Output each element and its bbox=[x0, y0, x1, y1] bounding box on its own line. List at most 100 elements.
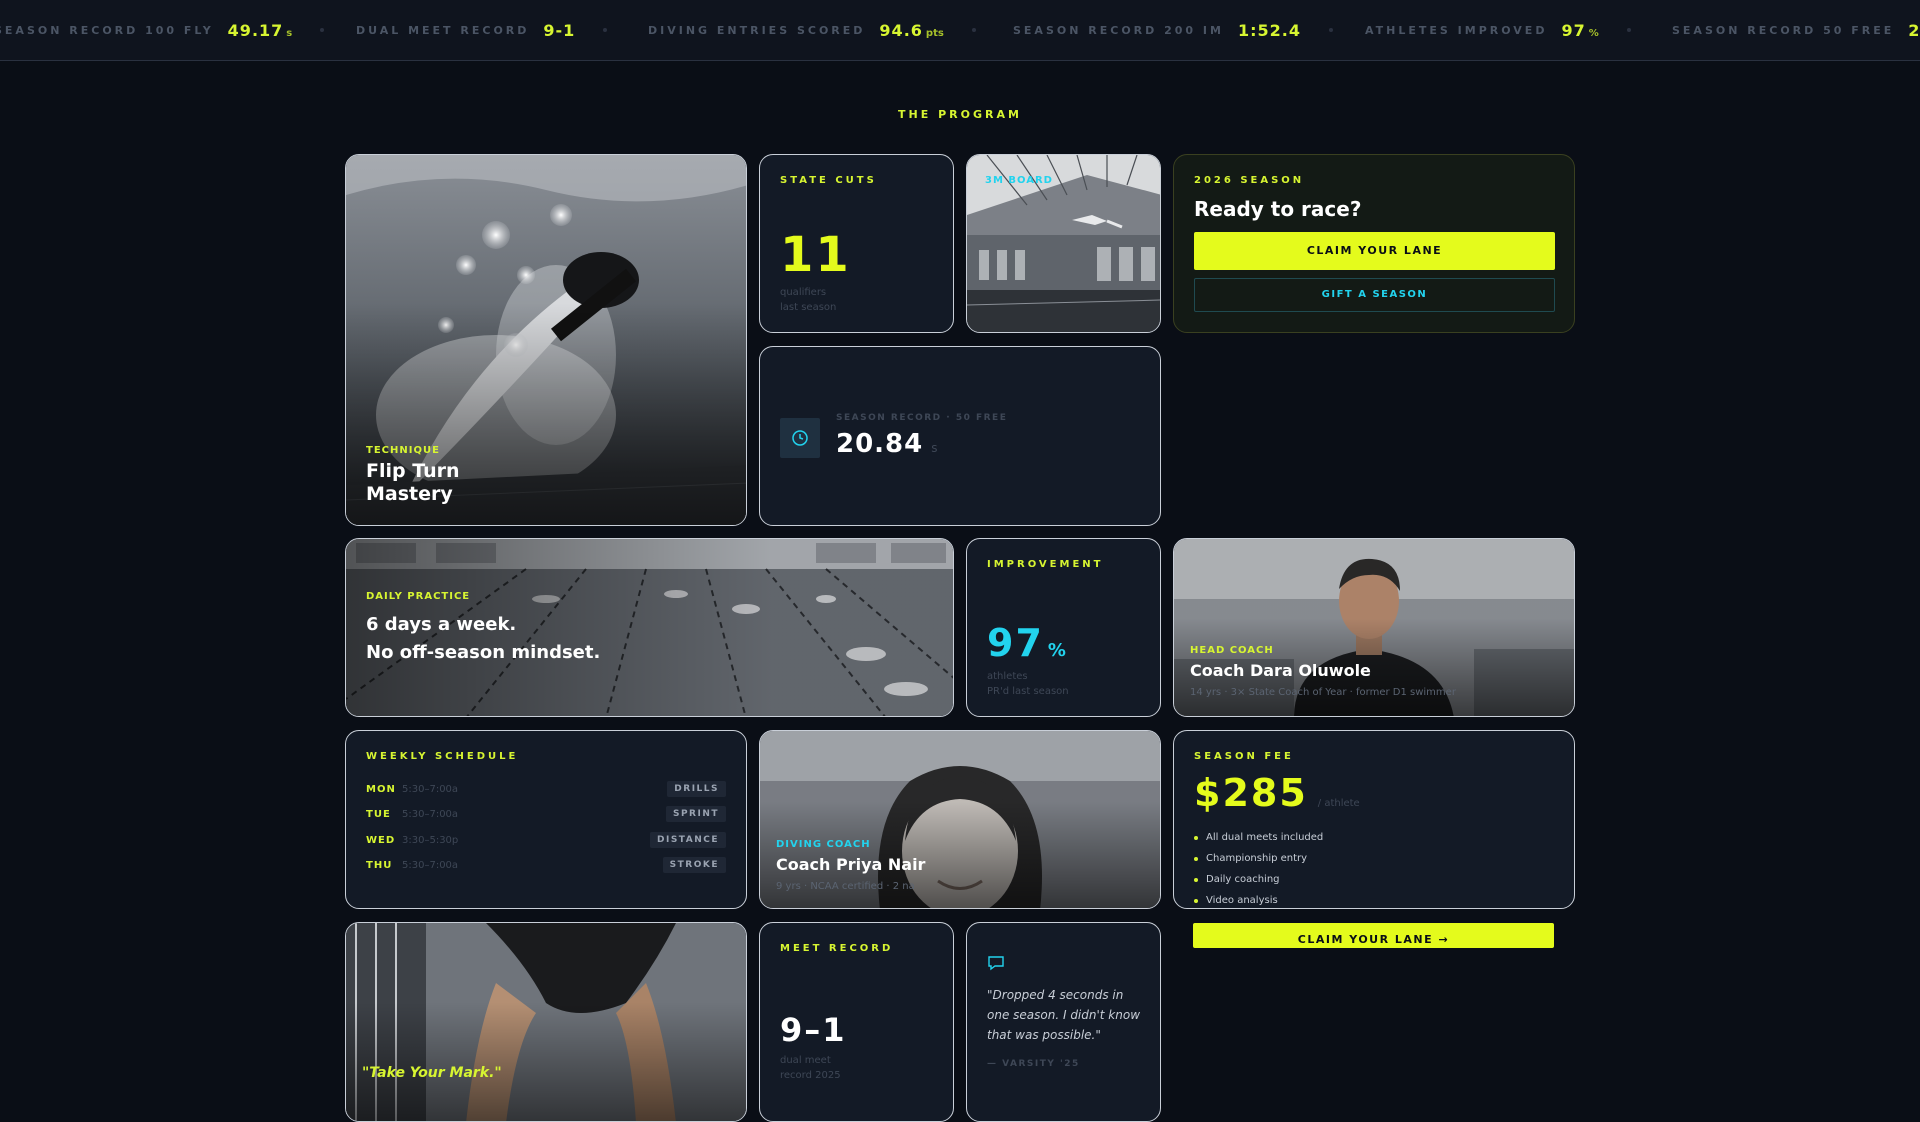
schedule-day: THU bbox=[366, 859, 393, 871]
improvement-sub2: PR'd last season bbox=[987, 686, 1069, 697]
practice-line2: No off-season mindset. bbox=[366, 642, 601, 663]
ticker-separator bbox=[603, 28, 608, 32]
improvement-card: IMPROVEMENT 97 % athletes PR'd last seas… bbox=[966, 538, 1161, 717]
bullet-icon bbox=[1194, 877, 1198, 882]
improvement-value-row: 97 % bbox=[987, 621, 1066, 665]
ticker-value-wrap: 97% bbox=[1561, 21, 1598, 40]
ticker-value-wrap: 94.6 pts bbox=[879, 21, 943, 40]
head-coach-name: Coach Dara Oluwole bbox=[1190, 661, 1371, 680]
cta-eyebrow: 2026 SEASON bbox=[1194, 175, 1305, 186]
meet-record-card: MEET RECORD 9–1 dual meet record 2025 bbox=[759, 922, 954, 1122]
technique-title-line2: Mastery bbox=[366, 483, 453, 505]
state-cuts-value: 11 bbox=[780, 227, 851, 283]
schedule-time: 3:30–5:30p bbox=[402, 834, 459, 846]
testimonial-card: "Dropped 4 seconds in one season. I didn… bbox=[966, 922, 1161, 1122]
schedule-time: 5:30–7:00a bbox=[402, 808, 459, 820]
schedule-row: MON 5:30–7:00a DRILLS bbox=[366, 780, 726, 798]
mark-quote: "Take Your Mark." bbox=[362, 1065, 502, 1081]
diving-coach-name: Coach Priya Nair bbox=[776, 855, 926, 874]
state-cuts-eyebrow: STATE CUTS bbox=[780, 175, 877, 186]
ticker-value: 97 bbox=[1561, 20, 1586, 40]
ticker-unit: s bbox=[286, 27, 293, 39]
fee-feature-text: All dual meets included bbox=[1206, 832, 1324, 843]
fee-feature-text: Video analysis bbox=[1206, 895, 1278, 906]
schedule-day: WED bbox=[366, 834, 396, 846]
ticker-item: ATHLETES IMPROVED 97% bbox=[1365, 0, 1631, 60]
schedule-time: 5:30–7:00a bbox=[402, 859, 459, 871]
state-cuts-sub2: last season bbox=[780, 302, 837, 313]
bullet-icon bbox=[1194, 856, 1198, 861]
ticker-label: SEASON RECORD 50 FREE bbox=[1672, 23, 1895, 37]
fee-claim-lane-button[interactable]: CLAIM YOUR LANE → bbox=[1193, 923, 1554, 948]
claim-lane-button[interactable]: CLAIM YOUR LANE bbox=[1194, 232, 1555, 270]
fee-feature: Championship entry bbox=[1194, 848, 1323, 869]
ticker-value: 1:52.4 bbox=[1237, 20, 1301, 40]
season-fee-card: SEASON FEE $285 / athlete All dual meets… bbox=[1173, 730, 1575, 909]
record-50-value-row: 20.84 s bbox=[836, 429, 938, 459]
head-coach-tag: HEAD COACH bbox=[1190, 645, 1274, 656]
ticker-label: DUAL MEET RECORD bbox=[356, 23, 530, 37]
daily-practice-card[interactable]: DAILY PRACTICE 6 days a week. No off-sea… bbox=[345, 538, 954, 717]
schedule-eyebrow: WEEKLY SCHEDULE bbox=[366, 751, 519, 762]
ticker-item: DIVING ENTRIES SCORED 94.6 pts bbox=[648, 0, 976, 60]
section-title: THE PROGRAM bbox=[898, 108, 1022, 121]
schedule-row: TUE 5:30–7:00a SPRINT bbox=[366, 805, 726, 823]
improvement-eyebrow: IMPROVEMENT bbox=[987, 559, 1104, 570]
fee-per: / athlete bbox=[1317, 798, 1360, 809]
testimonial-quote: "Dropped 4 seconds in one season. I didn… bbox=[987, 985, 1140, 1045]
improvement-sub1: athletes bbox=[987, 671, 1028, 682]
ticker-separator bbox=[971, 28, 976, 32]
fee-feature-text: Championship entry bbox=[1206, 853, 1308, 864]
ticker-item: SEASON RECORD 200 IM 1:52.4 bbox=[1013, 0, 1333, 60]
meet-record-eyebrow: MEET RECORD bbox=[780, 943, 894, 954]
ticker-label: DIVING ENTRIES SCORED bbox=[648, 23, 866, 37]
schedule-day: MON bbox=[366, 783, 396, 795]
ticker-value-wrap: 49.17 s bbox=[228, 21, 293, 40]
bullet-icon bbox=[1194, 835, 1198, 840]
gift-season-button[interactable]: GIFT A SEASON bbox=[1194, 278, 1555, 312]
record-50-unit: s bbox=[931, 441, 938, 455]
ticker-item: SEASON RECORD 50 FREE 20.8 bbox=[1672, 0, 1920, 60]
ticker-label: SEASON RECORD 200 IM bbox=[1013, 23, 1224, 37]
ticker-value: 20.8 bbox=[1908, 20, 1920, 40]
testimonial-quote-line: "Dropped 4 seconds in bbox=[987, 988, 1124, 1002]
schedule-time: 5:30–7:00a bbox=[402, 783, 459, 795]
ticker-label: ATHLETES IMPROVED bbox=[1365, 23, 1548, 37]
ticker-value: 9-1 bbox=[543, 20, 576, 40]
fee-feature: Video analysis bbox=[1194, 890, 1323, 908]
ticker-value: 94.6 bbox=[879, 20, 923, 40]
ticker-label: SEASON RECORD 100 FLY bbox=[0, 23, 214, 37]
ticker-value: 49.17 bbox=[227, 20, 284, 40]
schedule-day: TUE bbox=[366, 808, 391, 820]
schedule-tag: STROKE bbox=[662, 857, 726, 873]
record-50-label: SEASON RECORD · 50 FREE bbox=[836, 413, 1008, 423]
record-50-value: 20.84 bbox=[836, 429, 924, 459]
stopwatch-icon bbox=[780, 418, 820, 458]
state-cuts-sub1: qualifiers bbox=[780, 287, 827, 298]
board-tag: 3M BOARD bbox=[985, 175, 1053, 186]
technique-caption: TECHNIQUE Flip Turn Mastery bbox=[366, 445, 460, 506]
diving-coach-bio: 9 yrs · NCAA certified · 2 na bbox=[776, 881, 915, 892]
record-50-free-card: SEASON RECORD · 50 FREE 20.84 s bbox=[759, 346, 1161, 526]
diving-coach-card[interactable]: DIVING COACH Coach Priya Nair 9 yrs · NC… bbox=[759, 730, 1161, 909]
head-coach-bio: 14 yrs · 3× State Coach of Year · former… bbox=[1190, 687, 1456, 698]
fee-eyebrow: SEASON FEE bbox=[1194, 751, 1294, 762]
fee-feature-list: All dual meets included Championship ent… bbox=[1194, 827, 1324, 908]
cta-title: Ready to race? bbox=[1194, 197, 1362, 221]
bullet-icon bbox=[1194, 898, 1198, 903]
head-coach-card[interactable]: HEAD COACH Coach Dara Oluwole 14 yrs · 3… bbox=[1173, 538, 1575, 717]
ticker-separator bbox=[1328, 28, 1333, 32]
take-your-mark-card[interactable]: "Take Your Mark." bbox=[345, 922, 747, 1122]
diving-board-card[interactable]: 3M BOARD bbox=[966, 154, 1161, 333]
improvement-value: 97 bbox=[987, 621, 1044, 665]
meet-record-sub2: record 2025 bbox=[780, 1070, 841, 1081]
ticker-separator bbox=[1626, 28, 1631, 32]
improvement-unit: % bbox=[1047, 640, 1066, 661]
testimonial-quote-line: one season. I didn't know bbox=[987, 1008, 1141, 1022]
fee-feature-text: Daily coaching bbox=[1206, 874, 1280, 885]
technique-card[interactable]: TECHNIQUE Flip Turn Mastery bbox=[345, 154, 747, 526]
speech-bubble-icon bbox=[988, 956, 1004, 971]
meet-record-sub1: dual meet bbox=[780, 1055, 831, 1066]
schedule-row: THU 5:30–7:00a STROKE bbox=[366, 856, 726, 874]
season-cta-card: 2026 SEASON Ready to race? CLAIM YOUR LA… bbox=[1173, 154, 1575, 333]
